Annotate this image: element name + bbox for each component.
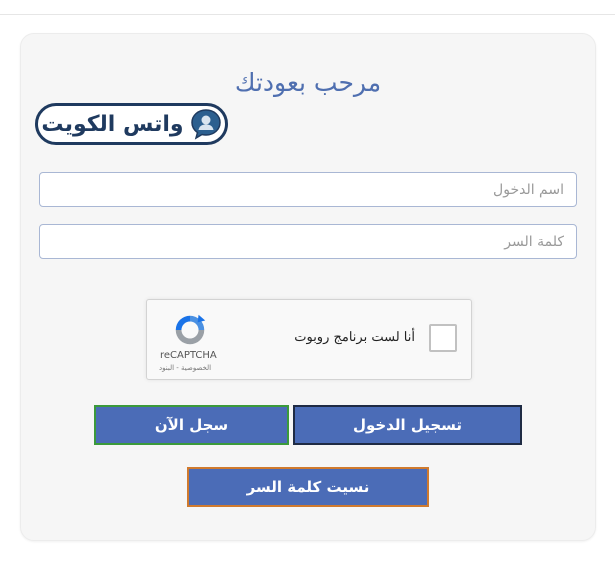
register-button[interactable]: سجل الآن (94, 405, 289, 445)
login-button[interactable]: تسجيل الدخول (293, 405, 522, 445)
captcha-label: أنا لست برنامج روبوت (294, 330, 415, 345)
chat-bubble-person-icon (190, 109, 221, 140)
logo-text: واتس الكويت (41, 111, 184, 137)
recaptcha-icon (175, 314, 206, 345)
username-input[interactable] (39, 172, 577, 207)
page-title: مرحب بعودتك (234, 68, 382, 97)
login-card: مرحب بعودتك واتس الكويت أنا لست برنامج ر… (20, 33, 596, 541)
captcha-checkbox[interactable] (429, 324, 457, 352)
site-logo[interactable]: واتس الكويت (35, 103, 228, 145)
recaptcha-widget: أنا لست برنامج روبوت reCAPTCHA الخصوصية … (146, 299, 472, 380)
password-input[interactable] (39, 224, 577, 259)
forgot-password-button[interactable]: نسيت كلمة السر (187, 467, 429, 507)
recaptcha-brand: reCAPTCHA (160, 350, 217, 361)
top-divider (0, 14, 615, 15)
recaptcha-links[interactable]: الخصوصية - البنود (159, 364, 211, 372)
